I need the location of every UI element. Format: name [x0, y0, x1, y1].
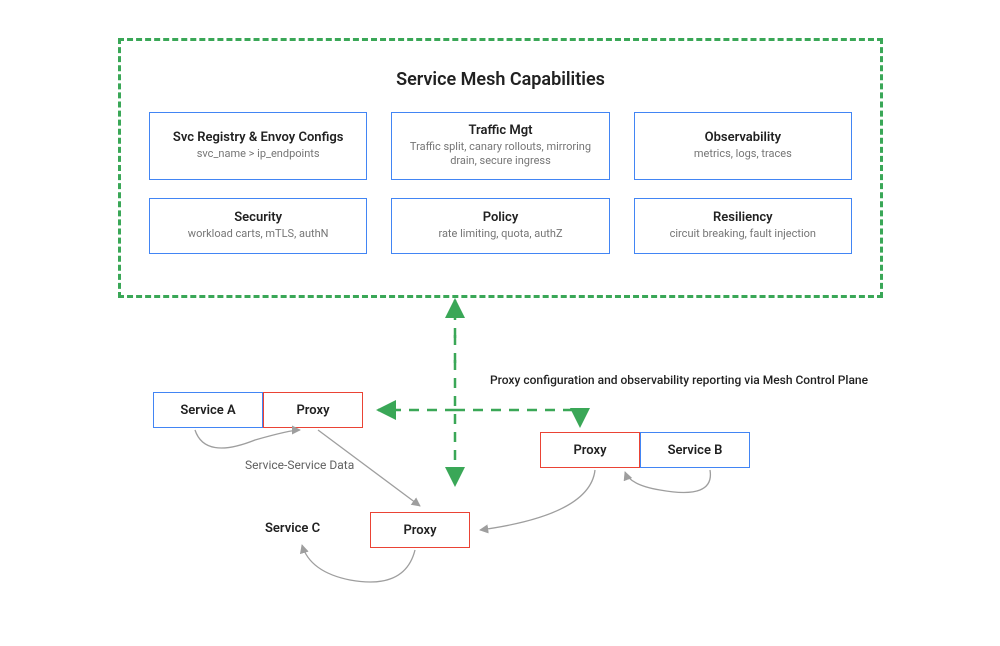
mesh-title: Service Mesh Capabilities [149, 69, 852, 90]
service-b-node: Service B [640, 432, 750, 468]
service-c-label: Service C [265, 521, 320, 536]
cap-title: Policy [400, 210, 600, 225]
cap-desc: metrics, logs, traces [643, 147, 843, 161]
capabilities-grid: Svc Registry & Envoy Configs svc_name > … [149, 112, 852, 254]
cap-security: Security workload carts, mTLS, authN [149, 198, 367, 254]
flow-proxy-b-to-proxy-c [480, 470, 595, 530]
cap-desc: svc_name > ip_endpoints [158, 147, 358, 161]
cap-title: Security [158, 210, 358, 225]
proxy-b-node: Proxy [540, 432, 640, 468]
cap-resiliency: Resiliency circuit breaking, fault injec… [634, 198, 852, 254]
cap-title: Resiliency [643, 210, 843, 225]
cap-title: Svc Registry & Envoy Configs [158, 130, 358, 145]
data-path-label: Service-Service Data [245, 458, 354, 472]
control-plane-label: Proxy configuration and observability re… [490, 373, 910, 387]
arrow-right-to-proxy-b [455, 410, 580, 426]
cap-svc-registry: Svc Registry & Envoy Configs svc_name > … [149, 112, 367, 180]
mesh-capabilities-container: Service Mesh Capabilities Svc Registry &… [118, 38, 883, 298]
proxy-a-node: Proxy [263, 392, 363, 428]
cap-policy: Policy rate limiting, quota, authZ [391, 198, 609, 254]
cap-title: Observability [643, 130, 843, 145]
cap-traffic-mgt: Traffic Mgt Traffic split, canary rollou… [391, 112, 609, 180]
service-a-node: Service A [153, 392, 263, 428]
cap-desc: rate limiting, quota, authZ [400, 227, 600, 241]
cap-desc: Traffic split, canary rollouts, mirrorin… [400, 140, 600, 169]
flow-proxy-c-to-svc-c [302, 545, 415, 582]
cap-title: Traffic Mgt [400, 123, 600, 138]
cap-desc: circuit breaking, fault injection [643, 227, 843, 241]
proxy-c-node: Proxy [370, 512, 470, 548]
cap-observability: Observability metrics, logs, traces [634, 112, 852, 180]
cap-desc: workload carts, mTLS, authN [158, 227, 358, 241]
flow-svc-b-to-proxy-b [625, 470, 710, 493]
flow-svc-a-to-proxy-a [195, 430, 300, 448]
